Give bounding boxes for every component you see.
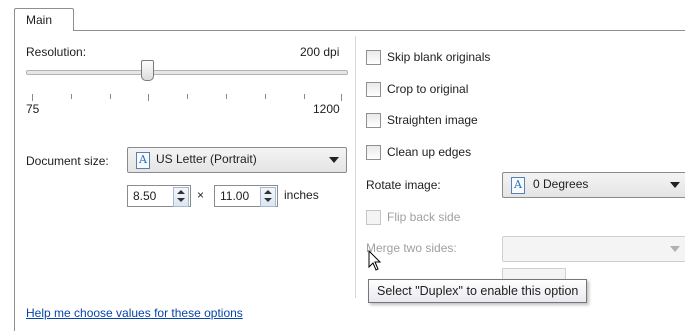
width-spin-buttons[interactable] bbox=[173, 187, 189, 207]
slider-tick bbox=[32, 94, 33, 101]
rotate-dropdown[interactable]: 0 Degrees bbox=[502, 172, 685, 198]
duplex-tooltip: Select "Duplex" to enable this option bbox=[368, 279, 588, 303]
resolution-min-label: 75 bbox=[26, 102, 40, 116]
skip-blank-checkbox[interactable] bbox=[366, 50, 381, 65]
mouse-pointer-icon bbox=[368, 250, 382, 271]
slider-tick bbox=[110, 94, 111, 99]
tab-main-label: Main bbox=[26, 13, 53, 27]
resolution-slider-track[interactable] bbox=[26, 70, 348, 75]
height-spin-buttons[interactable] bbox=[260, 187, 276, 207]
rotate-selected: 0 Degrees bbox=[533, 177, 589, 191]
spin-up-icon[interactable] bbox=[264, 190, 272, 194]
width-stepper[interactable]: 8.50 bbox=[127, 185, 191, 207]
width-value: 8.50 bbox=[133, 189, 157, 203]
spin-up-icon[interactable] bbox=[177, 190, 185, 194]
unit-label: inches bbox=[284, 188, 319, 202]
slider-tick bbox=[148, 94, 149, 101]
merge-dropdown[interactable] bbox=[502, 236, 685, 262]
clean-edges-label[interactable]: Clean up edges bbox=[387, 145, 471, 159]
slider-tick bbox=[71, 94, 72, 99]
flip-back-checkbox[interactable] bbox=[366, 210, 381, 225]
document-size-dropdown[interactable]: US Letter (Portrait) bbox=[127, 147, 347, 173]
resolution-label: Resolution: bbox=[26, 45, 87, 59]
times-symbol: × bbox=[197, 188, 205, 202]
height-stepper[interactable]: 11.00 bbox=[214, 185, 278, 207]
slider-tick bbox=[265, 94, 266, 99]
tab-main[interactable]: Main bbox=[14, 8, 74, 31]
document-size-label: Document size: bbox=[26, 154, 109, 168]
clean-edges-checkbox[interactable] bbox=[366, 145, 381, 160]
slider-tick bbox=[304, 94, 305, 99]
straighten-label[interactable]: Straighten image bbox=[387, 113, 478, 127]
spin-down-icon[interactable] bbox=[264, 198, 272, 202]
slider-tick bbox=[226, 94, 227, 99]
column-divider bbox=[355, 36, 356, 298]
resolution-slider-thumb[interactable] bbox=[141, 60, 154, 81]
crop-label[interactable]: Crop to original bbox=[387, 82, 468, 96]
chevron-down-icon bbox=[670, 182, 680, 188]
chevron-down-icon bbox=[329, 157, 339, 163]
flip-back-label: Flip back side bbox=[387, 210, 461, 224]
slider-tick bbox=[187, 94, 188, 99]
straighten-checkbox[interactable] bbox=[366, 113, 381, 128]
resolution-max-label: 1200 bbox=[313, 102, 340, 116]
chevron-down-icon bbox=[670, 246, 680, 252]
height-value: 11.00 bbox=[220, 189, 250, 203]
spin-down-icon[interactable] bbox=[177, 198, 185, 202]
crop-checkbox[interactable] bbox=[366, 82, 381, 97]
skip-blank-label[interactable]: Skip blank originals bbox=[387, 50, 490, 64]
rotate-label: Rotate image: bbox=[366, 178, 441, 192]
resolution-value: 200 dpi bbox=[300, 45, 340, 59]
slider-tick bbox=[341, 94, 342, 101]
help-link[interactable]: Help me choose values for these options bbox=[26, 306, 243, 320]
document-icon bbox=[511, 177, 525, 194]
document-size-selected: US Letter (Portrait) bbox=[156, 152, 257, 166]
document-icon bbox=[136, 152, 150, 169]
